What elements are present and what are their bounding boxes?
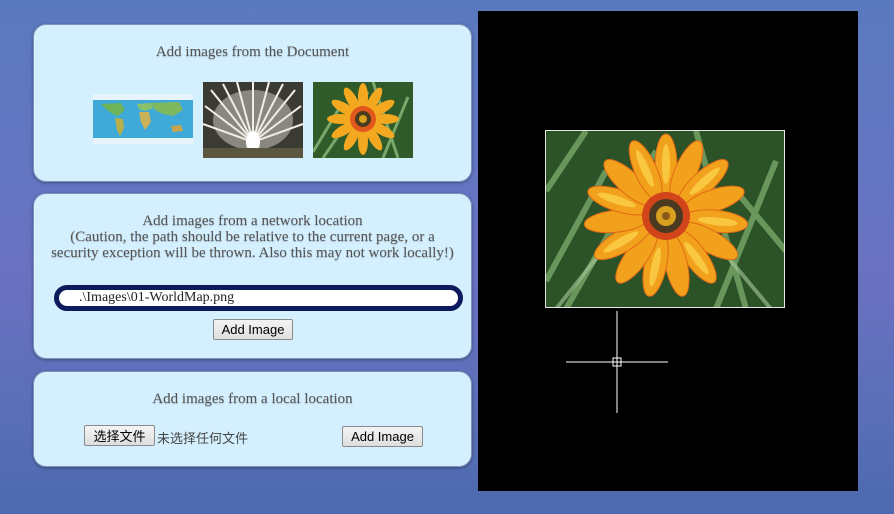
crosshair-icon <box>566 311 668 413</box>
no-file-selected-label: 未选择任何文件 <box>157 432 249 447</box>
local-images-title: Add images from a local location <box>152 391 353 407</box>
document-images-title: Add images from the Document <box>155 44 350 60</box>
drawing-canvas[interactable] <box>478 11 858 491</box>
choose-file-button[interactable]: 选择文件 <box>84 425 155 446</box>
flower-icon <box>313 82 413 158</box>
flower-image-icon <box>546 131 784 307</box>
world-map-thumbnail[interactable] <box>93 94 193 144</box>
world-map-icon <box>93 94 193 144</box>
peacock-icon <box>203 82 303 158</box>
peacock-thumbnail[interactable] <box>203 82 303 158</box>
local-images-panel: Add images from a local location 选择文件 未选… <box>33 371 472 467</box>
image-path-input[interactable] <box>54 285 463 311</box>
add-local-image-button[interactable]: Add Image <box>342 426 423 447</box>
network-caution-text: (Caution, the path should be relative to… <box>51 229 454 261</box>
add-network-image-button[interactable]: Add Image <box>213 319 293 340</box>
canvas-flower-image[interactable] <box>545 130 785 308</box>
document-images-panel: Add images from the Document <box>33 24 472 182</box>
network-images-title: Add images from a network location (Caut… <box>34 213 471 261</box>
network-images-panel: Add images from a network location (Caut… <box>33 193 472 359</box>
network-title-text: Add images from a network location <box>142 213 363 229</box>
flower-thumbnail[interactable] <box>313 82 413 158</box>
